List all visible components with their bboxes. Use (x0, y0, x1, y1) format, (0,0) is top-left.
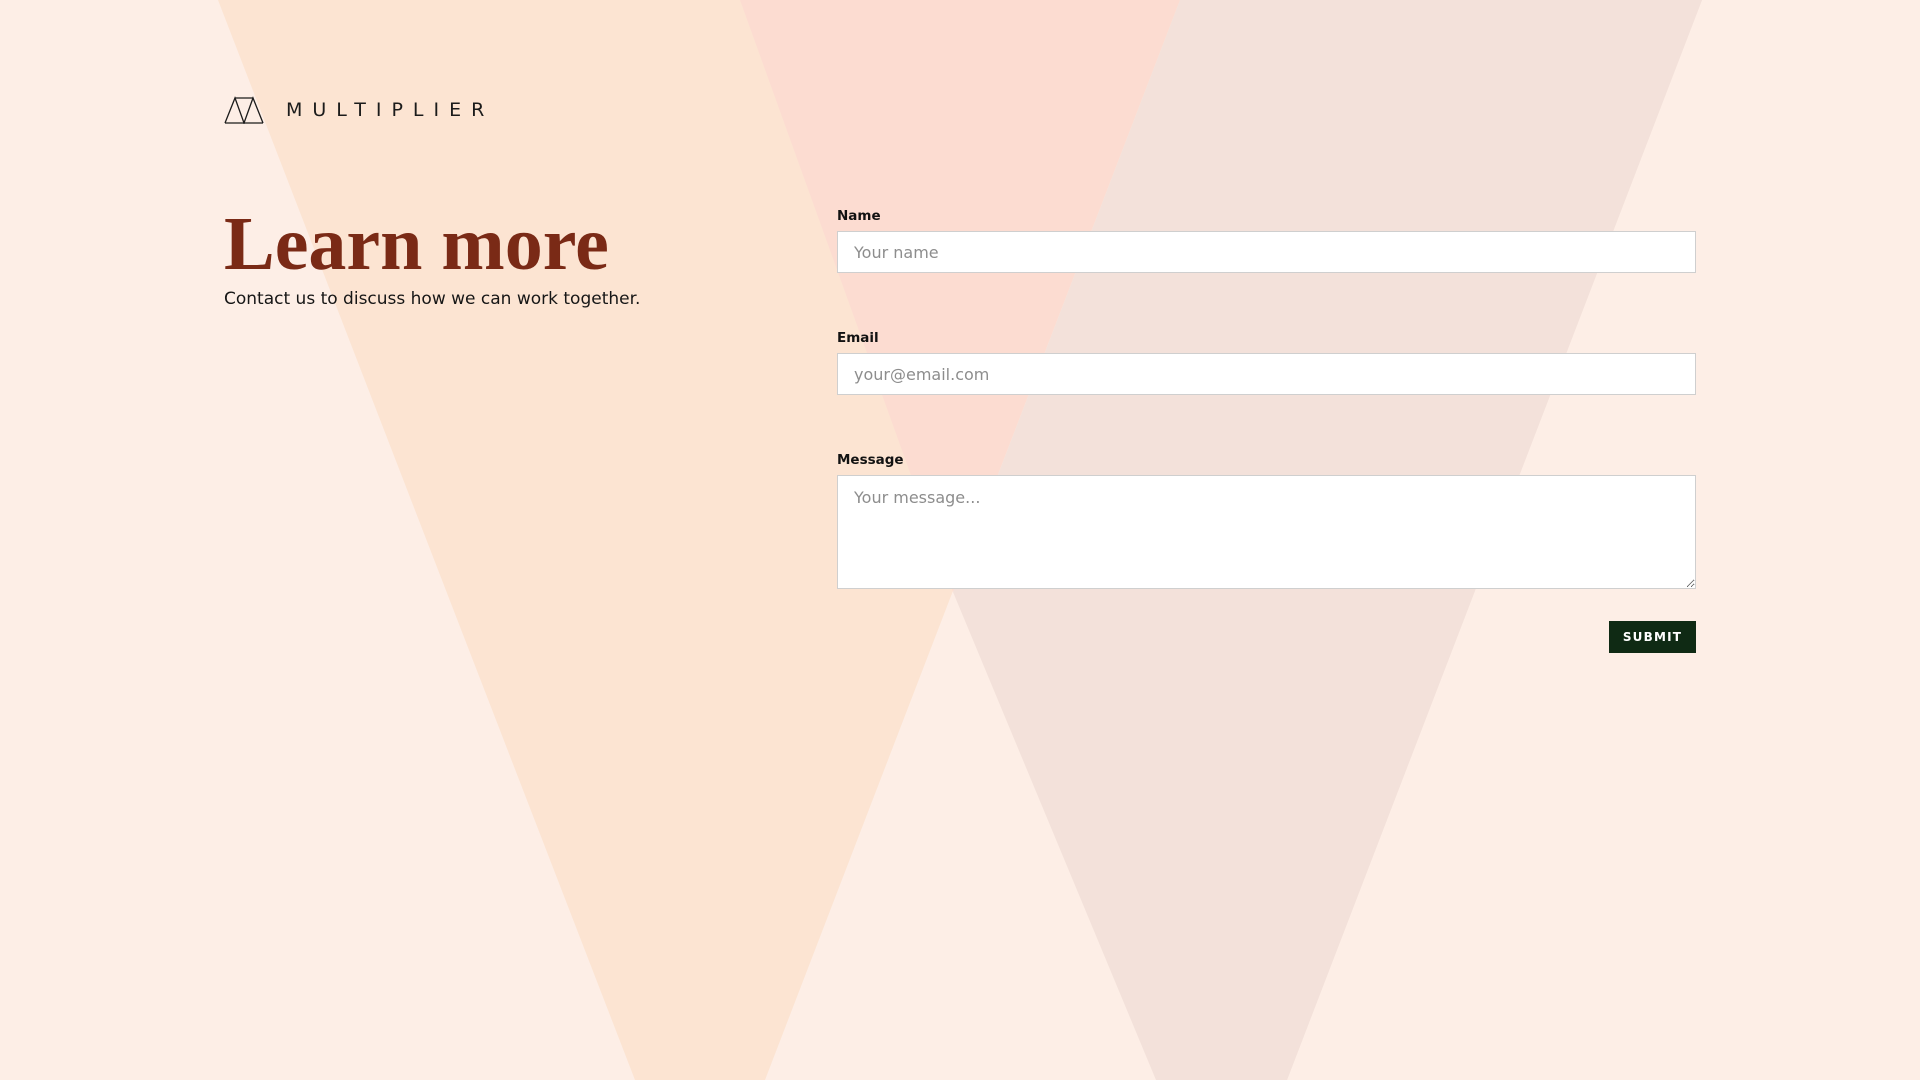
name-label: Name (837, 208, 881, 224)
name-input[interactable] (837, 231, 1696, 273)
brand-name: MULTIPLIER (286, 99, 495, 121)
page-subtitle: Contact us to discuss how we can work to… (224, 289, 641, 309)
page-title: Learn more (224, 202, 609, 286)
contact-form: Name Email Message SUBMIT (837, 207, 1696, 653)
email-input[interactable] (837, 353, 1696, 395)
email-field-group: Email (837, 329, 1696, 395)
message-label: Message (837, 452, 904, 468)
form-actions: SUBMIT (837, 621, 1696, 653)
message-field-group: Message (837, 451, 1696, 589)
brand-logo[interactable]: MULTIPLIER (224, 96, 495, 125)
name-field-group: Name (837, 207, 1696, 273)
submit-button[interactable]: SUBMIT (1609, 621, 1696, 653)
message-textarea[interactable] (837, 475, 1696, 589)
multiplier-logo-icon (224, 96, 264, 125)
email-label: Email (837, 330, 879, 346)
